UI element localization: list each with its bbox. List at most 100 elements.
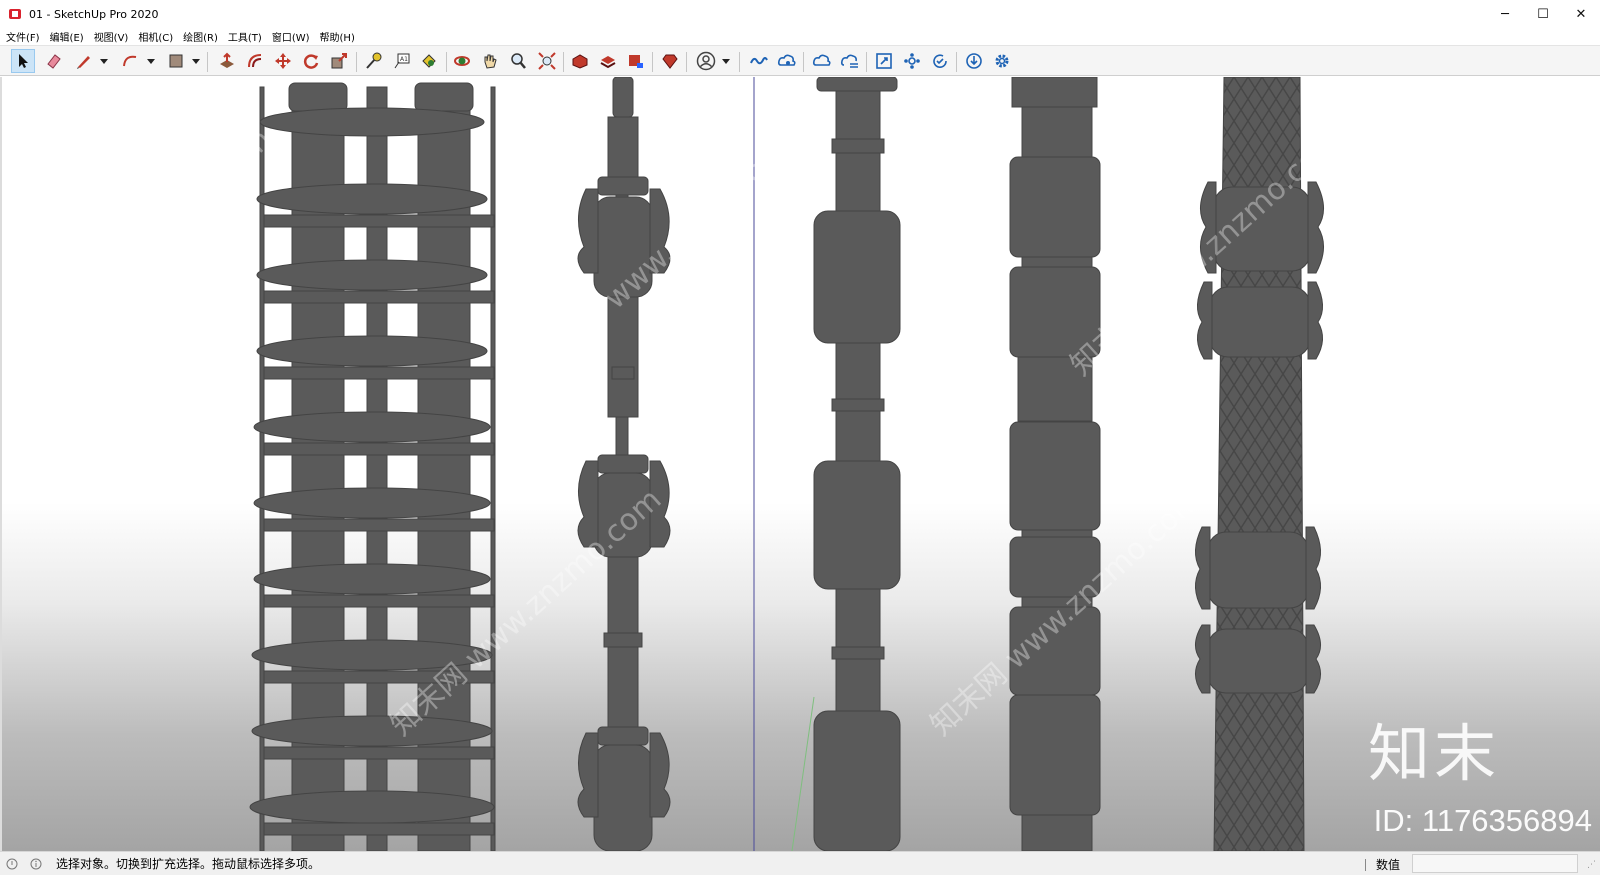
menu-tools[interactable]: 工具(T) <box>228 29 262 44</box>
offset-tool-button[interactable] <box>243 49 267 73</box>
extension-warehouse-button[interactable] <box>658 49 682 73</box>
measurements-input[interactable] <box>1412 854 1578 873</box>
toolbar-separator <box>686 52 687 72</box>
collaborate-icon <box>777 54 796 66</box>
column-model-3 <box>813 77 901 851</box>
tape-measure-tool-button[interactable] <box>361 49 385 73</box>
modeling-viewport[interactable]: 知末网 www.znzmo.com 知末网 www.znzmo.com 知末网 … <box>0 77 1600 851</box>
select-tool-button[interactable] <box>11 49 35 73</box>
status-bar: 选择对象。切换到扩充选择。拖动鼠标选择多项。 数值 ⋰ <box>0 851 1600 875</box>
extension-warehouse-icon <box>662 54 678 69</box>
cloud-save-icon <box>840 54 858 68</box>
share-model-button[interactable] <box>624 49 648 73</box>
minimize-button[interactable]: ─ <box>1486 0 1524 28</box>
components-button[interactable] <box>596 49 620 73</box>
green-axis-line <box>791 696 815 851</box>
pencil-line-tool-button[interactable] <box>72 49 96 73</box>
menu-draw[interactable]: 绘图(R) <box>183 29 218 44</box>
menu-file[interactable]: 文件(F) <box>6 29 40 44</box>
resize-grip-icon[interactable]: ⋰ <box>1587 860 1596 870</box>
diagonal-watermarks: 知末网 www.znzmo.com 知末网 www.znzmo.com 知末网 … <box>2 122 1348 743</box>
move-tool-icon <box>275 53 291 69</box>
maximize-button[interactable]: ☐ <box>1524 0 1562 28</box>
main-toolbar: A1 <box>0 45 1600 76</box>
menu-camera[interactable]: 相机(C) <box>138 29 173 44</box>
toolbar-separator <box>207 52 208 72</box>
3d-warehouse-button[interactable] <box>568 49 592 73</box>
move-tool-button[interactable] <box>271 49 295 73</box>
watermark-id: ID: 1176356894 <box>1373 803 1592 838</box>
watermark-logo: 知末 <box>1367 717 1500 790</box>
window-controls: ─ ☐ ✕ <box>1486 0 1600 28</box>
column-model-2 <box>577 77 671 851</box>
push-pull-tool-button[interactable] <box>215 49 239 73</box>
sync-icon <box>933 54 947 68</box>
resize-button[interactable] <box>872 49 896 73</box>
zoom-tool-button[interactable] <box>506 49 530 73</box>
model-scene: 知末网 www.znzmo.com 知末网 www.znzmo.com 知末网 … <box>2 77 1348 851</box>
measurements-label: 数值 <box>1376 858 1401 872</box>
pencil-dropdown-arrow[interactable] <box>99 54 109 68</box>
status-hint: 选择对象。切换到扩充选择。拖动鼠标选择多项。 <box>56 857 321 871</box>
model-settings-button[interactable] <box>900 49 924 73</box>
column-model-1 <box>249 82 496 851</box>
eraser-tool-button[interactable] <box>42 49 66 73</box>
zoom-extents-tool-icon <box>538 52 556 70</box>
account-dropdown-arrow[interactable] <box>721 54 731 68</box>
pan-tool-button[interactable] <box>478 49 502 73</box>
paint-bucket-tool-button[interactable] <box>417 49 441 73</box>
tape-measure-tool-icon <box>366 52 382 69</box>
download-button[interactable] <box>962 49 986 73</box>
toolbar-separator <box>446 52 447 72</box>
close-button[interactable]: ✕ <box>1562 0 1600 28</box>
arc-dropdown-arrow[interactable] <box>146 54 156 68</box>
status-separator <box>1365 859 1366 871</box>
collaborate-button[interactable] <box>775 49 799 73</box>
zoom-extents-tool-button[interactable] <box>535 49 559 73</box>
info-icon[interactable] <box>30 858 42 870</box>
resize-icon <box>876 53 892 69</box>
arc-tool-icon <box>123 55 137 67</box>
trimble-connect-icon <box>750 57 768 65</box>
cloud-save-button[interactable] <box>838 49 862 73</box>
chevron-down-icon <box>147 58 155 64</box>
sketchup-icon <box>9 9 21 19</box>
orbit-tool-icon <box>454 56 470 66</box>
scale-tool-button[interactable] <box>327 49 351 73</box>
arc-tool-button[interactable] <box>118 49 142 73</box>
shapes-dropdown-arrow[interactable] <box>191 54 201 68</box>
menu-help[interactable]: 帮助(H) <box>320 29 355 44</box>
rectangle-tool-button[interactable] <box>164 49 188 73</box>
pencil-line-tool-icon <box>77 56 90 69</box>
paint-bucket-tool-icon <box>422 54 436 68</box>
download-icon <box>966 53 982 69</box>
offset-tool-icon <box>248 54 262 68</box>
menu-view[interactable]: 视图(V) <box>94 29 129 44</box>
scale-tool-icon <box>331 53 347 69</box>
components-icon <box>600 56 616 69</box>
settings-gear-button[interactable] <box>990 49 1014 73</box>
account-button[interactable] <box>694 49 718 73</box>
rotate-tool-button[interactable] <box>299 49 323 73</box>
pan-tool-icon <box>484 54 497 69</box>
eraser-tool-icon <box>47 54 61 69</box>
orbit-tool-button[interactable] <box>450 49 474 73</box>
toolbar-separator <box>563 52 564 72</box>
geolocation-icon[interactable] <box>6 858 18 870</box>
chevron-down-icon <box>100 58 108 64</box>
menu-edit[interactable]: 编辑(E) <box>50 29 84 44</box>
trimble-connect-button[interactable] <box>747 49 771 73</box>
zoom-tool-icon <box>511 53 526 69</box>
text-tool-button[interactable]: A1 <box>390 49 414 73</box>
svg-text:A1: A1 <box>400 56 408 63</box>
chevron-down-icon <box>192 58 200 64</box>
model-settings-icon <box>904 53 920 69</box>
toolbar-separator <box>866 52 867 72</box>
text-tool-icon: A1 <box>394 53 410 69</box>
menu-window[interactable]: 窗口(W) <box>272 29 310 44</box>
cloud-open-button[interactable] <box>810 49 834 73</box>
toolbar-separator <box>652 52 653 72</box>
column-model-4 <box>1009 77 1101 851</box>
sync-button[interactable] <box>928 49 952 73</box>
chevron-down-icon <box>722 58 730 64</box>
